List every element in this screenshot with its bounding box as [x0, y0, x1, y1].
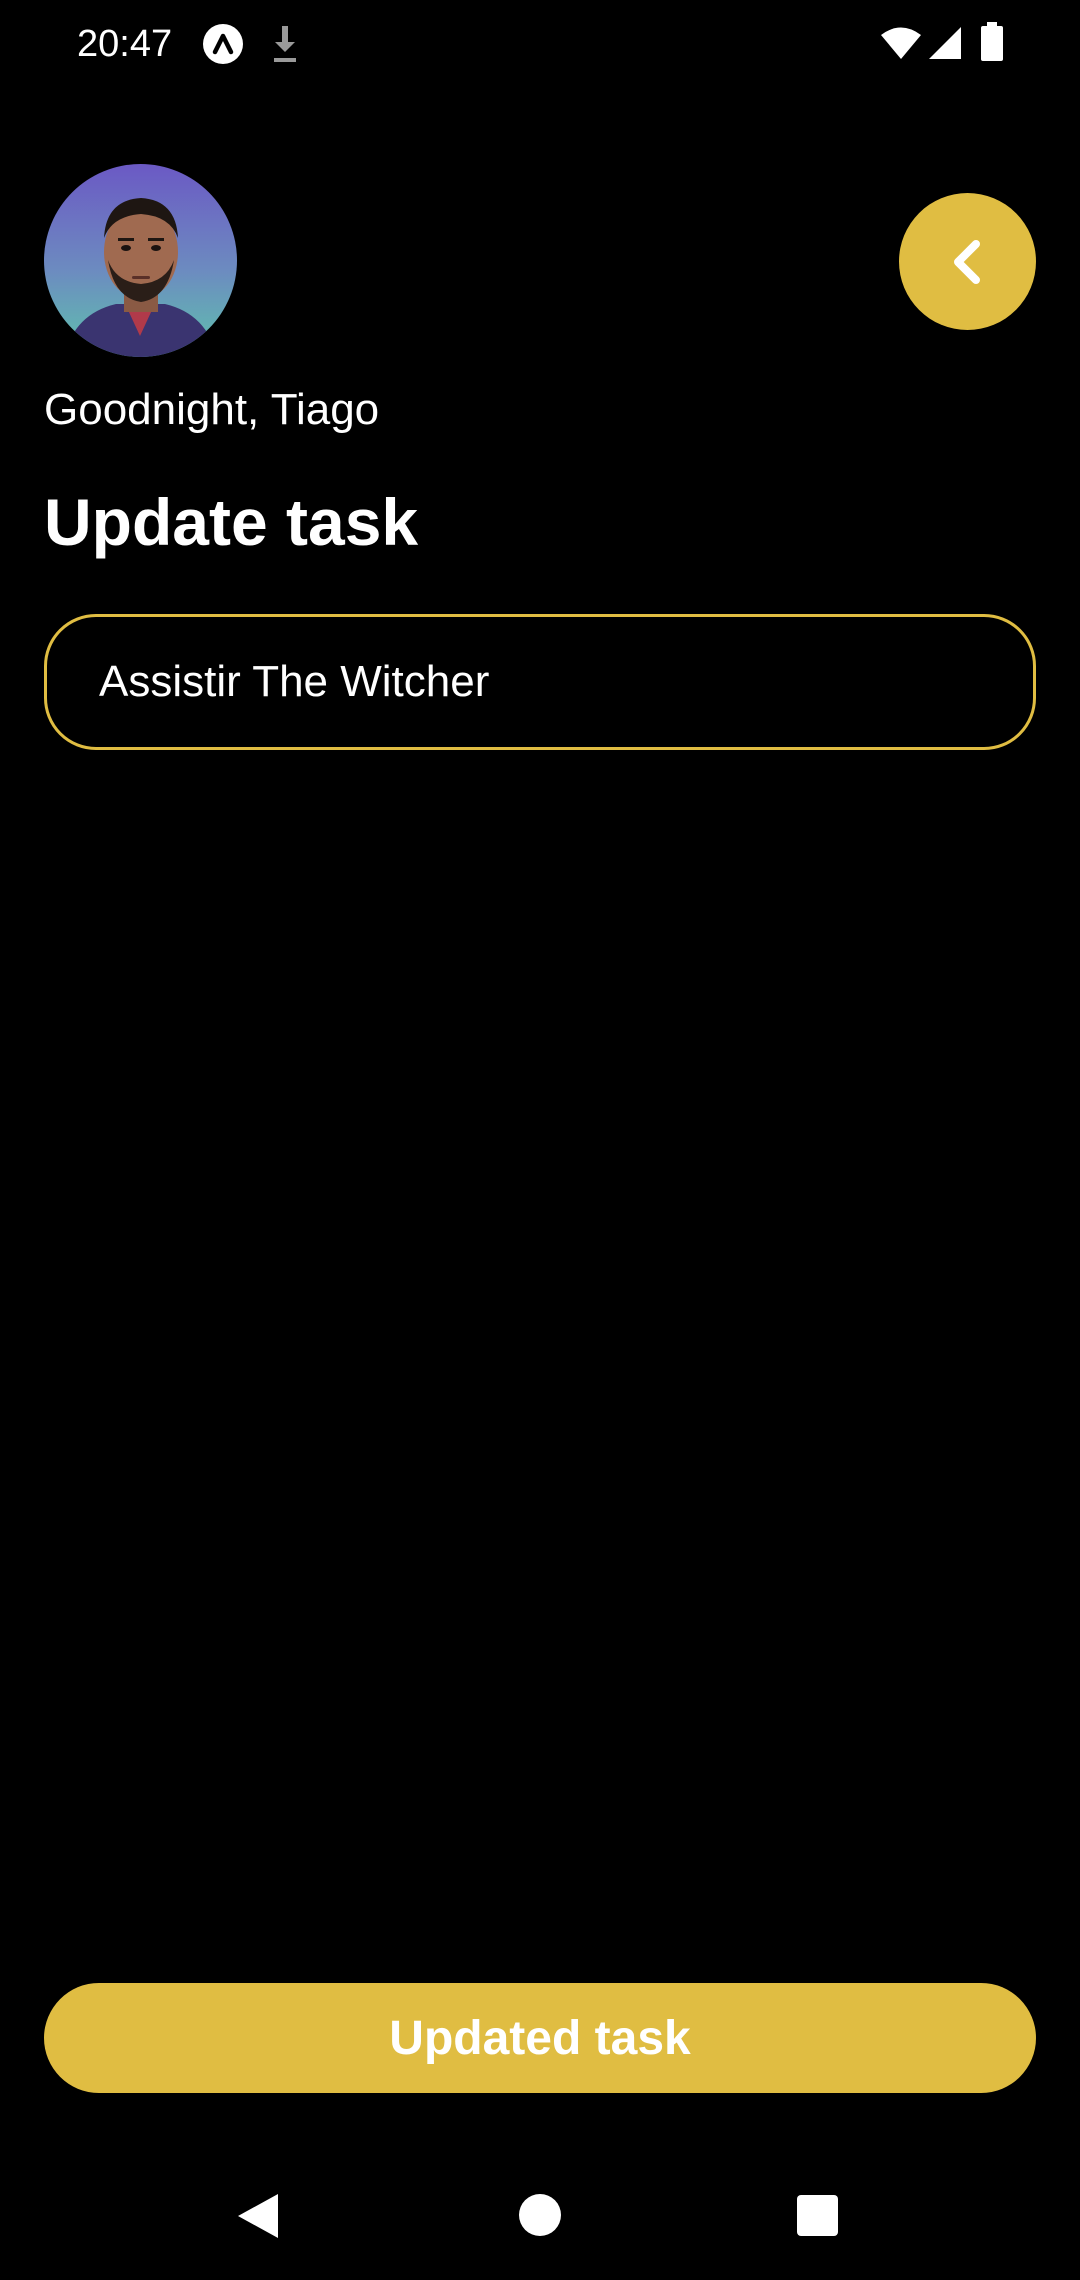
system-nav-bar: [0, 2160, 1080, 2280]
avatar: [44, 164, 237, 357]
nav-home-icon[interactable]: [519, 2194, 561, 2236]
task-input[interactable]: [99, 617, 979, 747]
nav-back-icon[interactable]: [236, 2192, 280, 2240]
chevron-left-icon: [953, 239, 980, 284]
update-task-button[interactable]: Updated task: [44, 1983, 1036, 2093]
cell-signal-icon: [929, 27, 961, 59]
download-icon: [274, 26, 296, 62]
task-input-container[interactable]: [44, 614, 1036, 750]
avatar-portrait: [44, 164, 237, 357]
status-bar: 20:47: [0, 0, 1080, 88]
app-notification-icon: [203, 24, 243, 64]
greeting: Goodnight, Tiago: [44, 385, 380, 434]
page-title: Update task: [44, 485, 419, 559]
back-button[interactable]: [899, 193, 1036, 330]
nav-recents-icon[interactable]: [797, 2195, 838, 2236]
status-time: 20:47: [77, 23, 173, 65]
wifi-icon: [881, 27, 921, 59]
battery-icon: [981, 22, 1003, 61]
